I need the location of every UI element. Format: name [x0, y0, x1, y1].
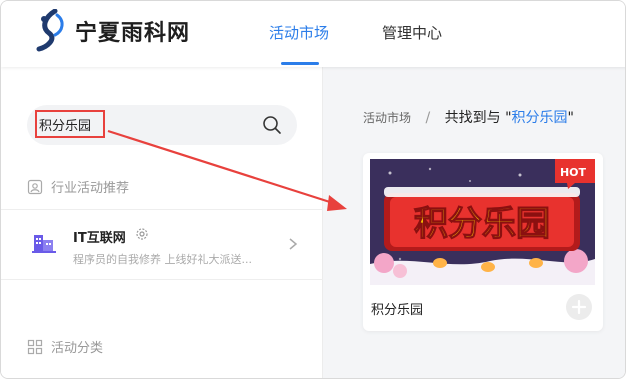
top-header: 宁夏雨科网 活动市场 管理中心	[1, 1, 625, 67]
recommend-section-title: 行业活动推荐	[27, 177, 129, 196]
org-description: 程序员的自我修养 上线好礼大派送...	[73, 253, 252, 266]
main-content: 活动市场 / 共找到与 "积分乐园" 积分乐园 HOT 积分乐园	[323, 67, 625, 378]
nav-active-indicator	[281, 62, 319, 65]
activity-card[interactable]: 积分乐园 HOT 积分乐园	[363, 153, 603, 331]
search-input[interactable]: 积分乐园	[27, 105, 297, 145]
site-name: 宁夏雨科网	[75, 20, 191, 46]
breadcrumb: 活动市场 / 共找到与 "积分乐园"	[363, 107, 574, 127]
activity-banner-image: 积分乐园 HOT	[370, 159, 595, 285]
category-section-title: 活动分类	[27, 337, 103, 356]
org-name: IT互联网	[73, 231, 126, 246]
logo-icon	[36, 9, 64, 52]
search-value: 积分乐园	[39, 119, 92, 134]
result-keyword: 积分乐园	[511, 110, 568, 126]
breadcrumb-root[interactable]: 活动市场	[363, 111, 411, 125]
activity-card-title: 积分乐园	[371, 303, 424, 318]
banner-title: 积分乐园	[414, 204, 550, 244]
category-label: 活动分类	[51, 341, 104, 356]
nav-activity-market[interactable]: 活动市场	[269, 22, 329, 43]
recommend-label: 行业活动推荐	[51, 181, 130, 196]
org-list-item[interactable]: IT互联网 程序员的自我修养 上线好礼大派送...	[1, 209, 323, 279]
result-prefix: 共找到与 "	[444, 110, 512, 126]
breadcrumb-separator: /	[425, 110, 431, 126]
recommend-icon	[27, 179, 43, 194]
divider	[1, 279, 323, 280]
app-window: 宁夏雨科网 活动市场 管理中心 积分乐园 行业活动推荐 IT互联网 程序员的自我…	[0, 0, 626, 379]
hot-badge: HOT	[560, 166, 587, 179]
category-grid-icon	[27, 339, 43, 354]
sidebar: 积分乐园 行业活动推荐 IT互联网 程序员的自我修养 上线好礼大派送... 活动…	[1, 67, 323, 378]
nav-management-center[interactable]: 管理中心	[382, 22, 442, 43]
gear-icon[interactable]	[135, 227, 149, 241]
building-icon	[32, 235, 56, 253]
result-suffix: "	[567, 110, 574, 126]
add-icon[interactable]	[565, 293, 593, 321]
search-icon[interactable]	[261, 114, 283, 136]
chevron-right-icon[interactable]	[287, 237, 299, 251]
